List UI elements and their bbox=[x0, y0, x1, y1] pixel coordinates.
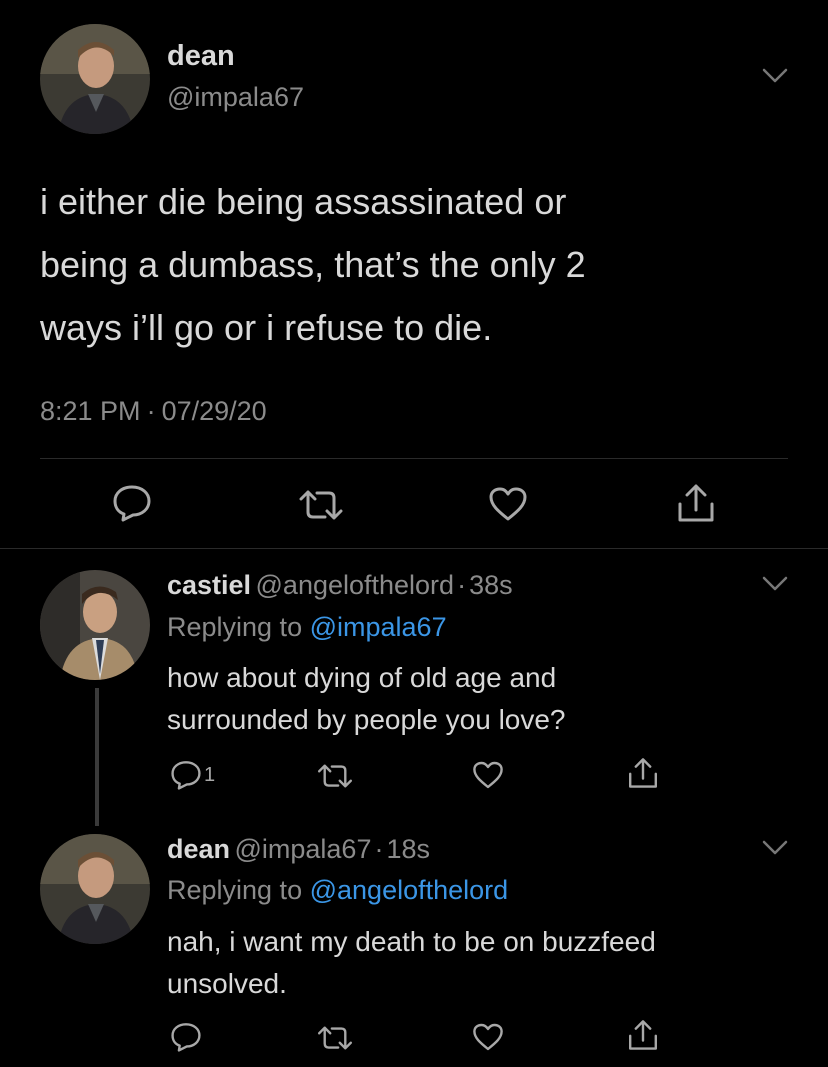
like-button[interactable] bbox=[472, 760, 504, 790]
share-icon bbox=[629, 758, 657, 788]
retweet-button[interactable] bbox=[297, 488, 345, 522]
like-icon bbox=[473, 761, 503, 789]
tweet-text: i either die being assassinated or being… bbox=[40, 181, 586, 348]
replying-to: Replying to @angelofthelord bbox=[167, 875, 508, 906]
avatar[interactable] bbox=[40, 834, 150, 944]
reply-button[interactable] bbox=[112, 484, 152, 522]
reply-age: 38s bbox=[469, 570, 513, 600]
reply-button[interactable]: 1 bbox=[170, 760, 215, 790]
display-name[interactable]: dean bbox=[167, 40, 235, 73]
like-icon bbox=[473, 1023, 503, 1051]
meta-separator: · bbox=[146, 396, 156, 426]
reply-count: 1 bbox=[204, 763, 216, 786]
chevron-down-icon[interactable] bbox=[762, 576, 788, 597]
share-button[interactable] bbox=[676, 482, 716, 524]
share-button[interactable] bbox=[627, 1018, 659, 1052]
avatar[interactable] bbox=[40, 24, 150, 134]
reply-age: 18s bbox=[386, 834, 431, 864]
reply-button[interactable] bbox=[170, 1022, 202, 1052]
share-icon bbox=[678, 484, 714, 522]
meta-separator: · bbox=[457, 570, 467, 600]
reply-text: how about dying of old age and surrounde… bbox=[167, 662, 566, 735]
handle[interactable]: @impala67 bbox=[167, 82, 304, 113]
retweet-button[interactable] bbox=[316, 1024, 354, 1052]
retweet-icon bbox=[299, 490, 343, 520]
chevron-down-icon[interactable] bbox=[762, 68, 788, 89]
avatar[interactable] bbox=[40, 570, 150, 680]
handle[interactable]: @impala67 bbox=[234, 834, 371, 864]
like-button[interactable] bbox=[488, 486, 528, 522]
retweet-icon bbox=[317, 1026, 353, 1050]
divider bbox=[40, 458, 788, 459]
replying-to: Replying to @impala67 bbox=[167, 612, 447, 643]
replying-label: Replying to bbox=[167, 612, 303, 642]
reply-icon bbox=[113, 485, 151, 522]
display-name[interactable]: dean bbox=[167, 834, 230, 864]
tweet-time: 8:21 PM bbox=[40, 396, 141, 426]
reply-text: nah, i want my death to be on buzzfeed u… bbox=[167, 926, 656, 999]
mention-link[interactable]: @impala67 bbox=[310, 612, 447, 642]
replying-label: Replying to bbox=[167, 875, 303, 905]
thread-line bbox=[95, 688, 99, 826]
reply-icon bbox=[171, 761, 201, 790]
section-divider bbox=[0, 548, 828, 549]
mention-link[interactable]: @angelofthelord bbox=[310, 875, 509, 905]
like-icon bbox=[489, 487, 527, 521]
reply-icon bbox=[171, 1023, 201, 1052]
display-name[interactable]: castiel bbox=[167, 570, 251, 600]
tweet-timestamp[interactable]: 8:21 PM · 07/29/20 bbox=[40, 396, 267, 427]
reply-header: castiel @angelofthelord · 38s bbox=[167, 570, 513, 601]
tweet-date: 07/29/20 bbox=[161, 396, 267, 426]
share-icon bbox=[629, 1020, 657, 1050]
meta-separator: · bbox=[374, 834, 384, 864]
like-button[interactable] bbox=[472, 1022, 504, 1052]
share-button[interactable] bbox=[627, 756, 659, 790]
reply-header: dean @impala67 · 18s bbox=[167, 834, 430, 865]
chevron-down-icon[interactable] bbox=[762, 840, 788, 861]
handle[interactable]: @angelofthelord bbox=[256, 570, 455, 600]
retweet-button[interactable] bbox=[316, 762, 354, 790]
retweet-icon bbox=[317, 764, 353, 788]
